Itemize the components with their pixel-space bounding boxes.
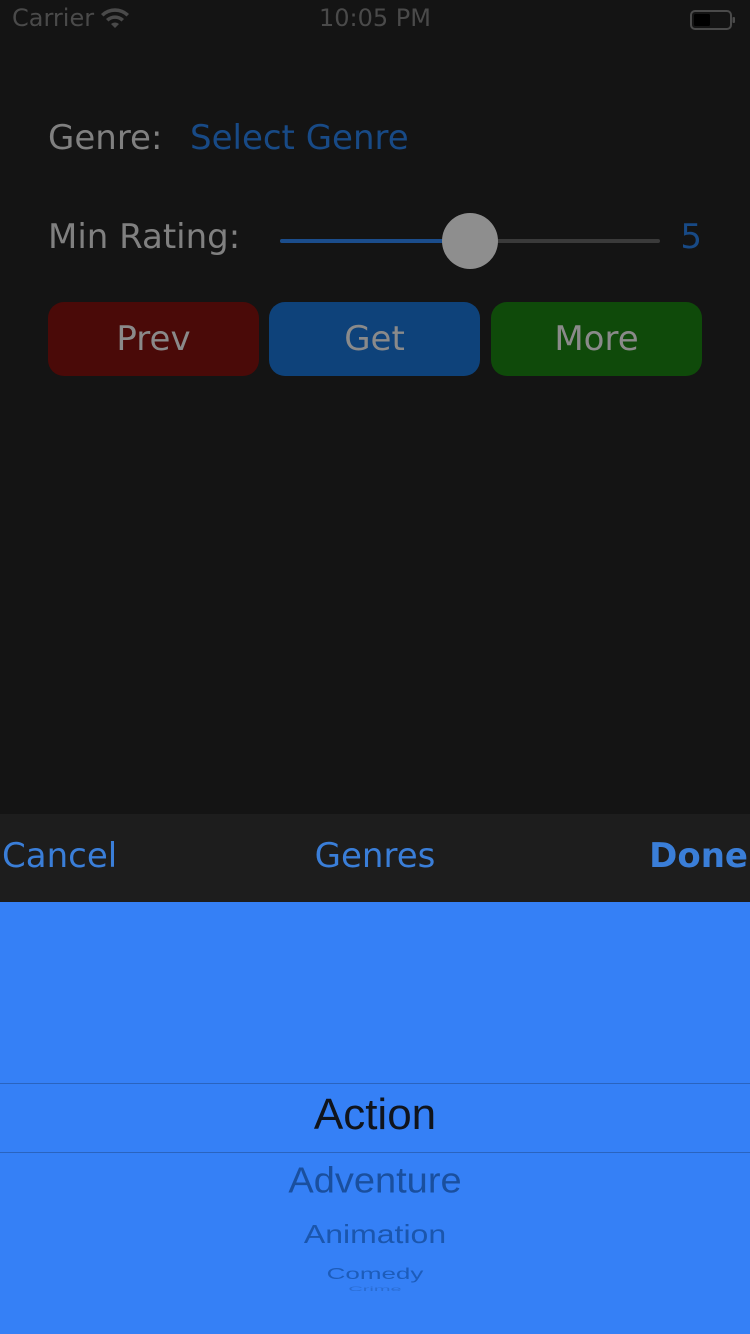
picker-item[interactable]: Adventure [0, 1161, 750, 1202]
min-rating-value: 5 [680, 217, 702, 257]
picker-selection-top-line [0, 1083, 750, 1084]
min-rating-slider[interactable] [280, 212, 660, 270]
min-rating-label: Min Rating: [48, 217, 241, 257]
select-genre-button[interactable]: Select Genre [190, 118, 409, 158]
slider-thumb[interactable] [442, 213, 498, 269]
picker-item[interactable]: Animation [0, 1219, 750, 1249]
get-button[interactable]: Get [269, 302, 480, 376]
picker-toolbar: Cancel Genres Done [0, 814, 750, 902]
prev-button[interactable]: Prev [48, 302, 259, 376]
genre-label: Genre: [48, 118, 163, 158]
picker-item[interactable]: Comedy [0, 1264, 750, 1283]
status-bar: Carrier 10:05 PM [0, 0, 750, 40]
done-button[interactable]: Done [649, 836, 748, 876]
picker-selection-bottom-line [0, 1152, 750, 1153]
picker-item-selected[interactable]: Action [0, 1090, 750, 1140]
screen: Carrier 10:05 PM Genre: Select Genre Min… [0, 0, 750, 1334]
picker-item[interactable]: Crime [0, 1286, 750, 1293]
status-time: 10:05 PM [319, 4, 431, 32]
genre-picker[interactable]: Action Adventure Animation Comedy Crime [0, 902, 750, 1334]
cancel-button[interactable]: Cancel [2, 836, 117, 876]
battery-icon [690, 10, 735, 30]
more-button[interactable]: More [491, 302, 702, 376]
